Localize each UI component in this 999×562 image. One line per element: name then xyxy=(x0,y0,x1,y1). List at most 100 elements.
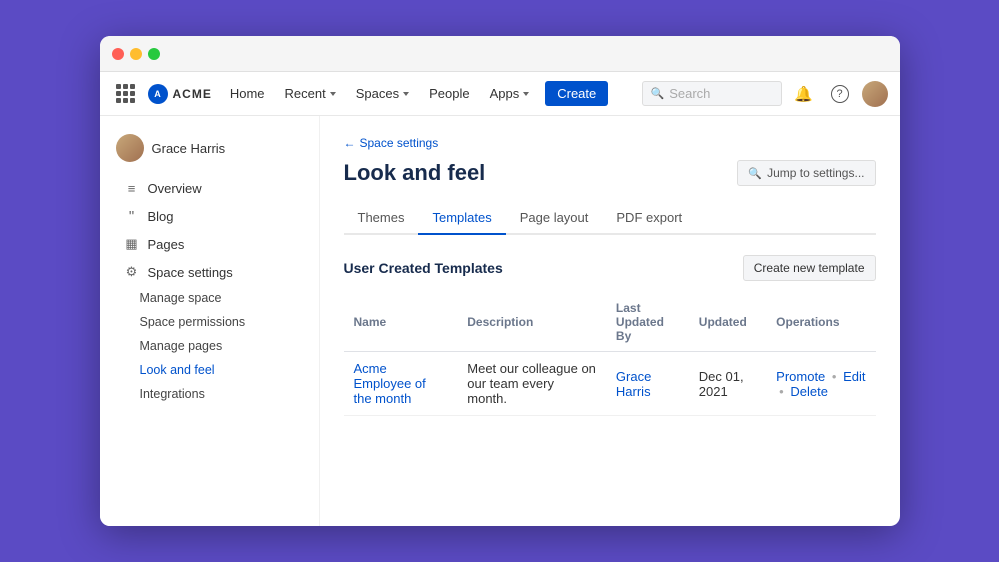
promote-link[interactable]: Promote xyxy=(776,369,825,384)
search-placeholder: Search xyxy=(669,86,710,101)
nav-home[interactable]: Home xyxy=(224,82,271,105)
search-box[interactable]: 🔍 Search xyxy=(642,81,782,106)
tabs-bar: Themes Templates Page layout PDF export xyxy=(344,202,876,235)
settings-icon: ⚙ xyxy=(124,264,140,280)
cell-last-updated-by: Grace Harris xyxy=(606,352,689,416)
sidebar-space-permissions-label: Space permissions xyxy=(140,315,246,329)
logo-icon: A xyxy=(148,84,168,104)
grid-icon xyxy=(116,84,135,103)
templates-table: Name Description Last Updated By Updated… xyxy=(344,293,876,416)
titlebar xyxy=(100,36,900,72)
pages-icon: ▦ xyxy=(124,236,140,252)
sidebar-item-pages[interactable]: ▦ Pages xyxy=(108,230,311,258)
tab-templates[interactable]: Templates xyxy=(418,202,505,235)
nav-people-label: People xyxy=(429,86,469,101)
nav-spaces[interactable]: Spaces xyxy=(350,82,415,105)
sidebar-subitem-space-permissions[interactable]: Space permissions xyxy=(108,310,311,334)
blog-icon: " xyxy=(124,208,140,224)
sidebar-user: Grace Harris xyxy=(100,128,319,174)
breadcrumb[interactable]: ← Space settings xyxy=(344,136,876,150)
table-header-row: Name Description Last Updated By Updated… xyxy=(344,293,876,352)
cell-template-name: Acme Employee of the month xyxy=(344,352,458,416)
sidebar-item-space-settings[interactable]: ⚙ Space settings xyxy=(108,258,311,286)
sidebar-blog-label: Blog xyxy=(148,209,174,224)
col-header-name: Name xyxy=(344,293,458,352)
logo-area[interactable]: A ACME xyxy=(148,84,212,104)
section-title: User Created Templates xyxy=(344,260,503,276)
create-button[interactable]: Create xyxy=(545,81,608,106)
topnav: A ACME Home Recent Spaces People Apps Cr… xyxy=(100,72,900,116)
help-button[interactable]: ? xyxy=(826,80,854,108)
sidebar-look-and-feel-label: Look and feel xyxy=(140,363,215,377)
close-button[interactable] xyxy=(112,48,124,60)
nav-recent-label: Recent xyxy=(285,86,326,101)
table-row: Acme Employee of the month Meet our coll… xyxy=(344,352,876,416)
app-window: A ACME Home Recent Spaces People Apps Cr… xyxy=(100,36,900,526)
user-avatar[interactable] xyxy=(862,81,888,107)
sidebar-subitem-integrations[interactable]: Integrations xyxy=(108,382,311,406)
tab-themes[interactable]: Themes xyxy=(344,202,419,235)
edit-link[interactable]: Edit xyxy=(843,369,865,384)
cell-description: Meet our colleague on our team every mon… xyxy=(457,352,606,416)
template-name-link[interactable]: Acme Employee of the month xyxy=(354,361,426,406)
col-header-description: Description xyxy=(457,293,606,352)
sidebar-pages-label: Pages xyxy=(148,237,185,252)
nav-apps-label: Apps xyxy=(490,86,520,101)
titlebar-buttons xyxy=(112,48,160,60)
col-header-updated: Updated xyxy=(689,293,766,352)
sidebar-manage-space-label: Manage space xyxy=(140,291,222,305)
jump-settings-label: Jump to settings... xyxy=(767,166,864,180)
tab-page-layout[interactable]: Page layout xyxy=(506,202,603,235)
chevron-down-icon xyxy=(330,92,336,96)
col-header-operations: Operations xyxy=(766,293,875,352)
create-new-template-button[interactable]: Create new template xyxy=(743,255,876,281)
bell-icon: 🔔 xyxy=(794,85,813,103)
sidebar-subitem-look-and-feel[interactable]: Look and feel xyxy=(108,358,311,382)
sidebar-avatar xyxy=(116,134,144,162)
search-icon: 🔍 xyxy=(748,167,762,180)
nav-recent[interactable]: Recent xyxy=(279,82,342,105)
ops-separator-1: • xyxy=(832,369,837,384)
breadcrumb-label: Space settings xyxy=(360,136,439,150)
delete-link[interactable]: Delete xyxy=(790,384,828,399)
page-header: Look and feel 🔍 Jump to settings... xyxy=(344,160,876,186)
nav-people[interactable]: People xyxy=(423,82,475,105)
tab-themes-label: Themes xyxy=(358,210,405,225)
sidebar-username: Grace Harris xyxy=(152,141,226,156)
sidebar-item-blog[interactable]: " Blog xyxy=(108,202,311,230)
search-icon: 🔍 xyxy=(651,87,665,100)
nav-apps[interactable]: Apps xyxy=(484,82,536,105)
sidebar-subitem-manage-space[interactable]: Manage space xyxy=(108,286,311,310)
minimize-button[interactable] xyxy=(130,48,142,60)
apps-grid-button[interactable] xyxy=(112,80,140,108)
ops-separator-2: • xyxy=(779,384,784,399)
jump-to-settings-button[interactable]: 🔍 Jump to settings... xyxy=(737,160,875,186)
nav-spaces-label: Spaces xyxy=(356,86,399,101)
tab-pdf-export[interactable]: PDF export xyxy=(602,202,696,235)
nav-home-label: Home xyxy=(230,86,265,101)
sidebar: Grace Harris ≡ Overview " Blog ▦ Pages ⚙… xyxy=(100,116,320,526)
sidebar-space-settings-label: Space settings xyxy=(148,265,233,280)
chevron-down-icon xyxy=(523,92,529,96)
sidebar-overview-label: Overview xyxy=(148,181,202,196)
col-header-last-updated-by: Last Updated By xyxy=(606,293,689,352)
last-updated-by-link[interactable]: Grace Harris xyxy=(616,369,651,399)
main-content: ← Space settings Look and feel 🔍 Jump to… xyxy=(320,116,900,526)
sidebar-integrations-label: Integrations xyxy=(140,387,205,401)
body-area: Grace Harris ≡ Overview " Blog ▦ Pages ⚙… xyxy=(100,116,900,526)
overview-icon: ≡ xyxy=(124,180,140,196)
maximize-button[interactable] xyxy=(148,48,160,60)
tab-templates-label: Templates xyxy=(432,210,491,225)
sidebar-manage-pages-label: Manage pages xyxy=(140,339,223,353)
logo-text: ACME xyxy=(173,87,212,101)
tab-pdf-export-label: PDF export xyxy=(616,210,682,225)
notification-button[interactable]: 🔔 xyxy=(790,80,818,108)
sidebar-subitem-manage-pages[interactable]: Manage pages xyxy=(108,334,311,358)
cell-updated: Dec 01, 2021 xyxy=(689,352,766,416)
page-title: Look and feel xyxy=(344,160,486,186)
help-icon: ? xyxy=(831,85,849,103)
tab-page-layout-label: Page layout xyxy=(520,210,589,225)
sidebar-item-overview[interactable]: ≡ Overview xyxy=(108,174,311,202)
templates-section-header: User Created Templates Create new templa… xyxy=(344,255,876,281)
chevron-down-icon xyxy=(403,92,409,96)
